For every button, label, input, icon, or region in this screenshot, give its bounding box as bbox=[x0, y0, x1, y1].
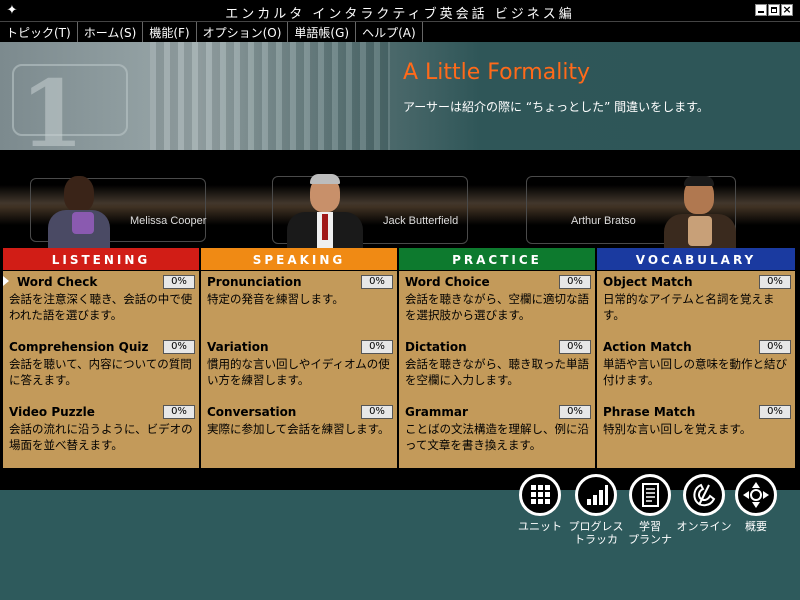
menu-help[interactable]: ヘルプ(A) bbox=[356, 22, 423, 42]
section-speaking: SPEAKING Pronunciation 0% 特定の発音を練習します。 V… bbox=[200, 248, 398, 468]
close-button[interactable]: × bbox=[781, 3, 793, 16]
section-heading: SPEAKING bbox=[201, 248, 397, 271]
activity-conversation[interactable]: Conversation 0% 実際に参加して会話を練習します。 bbox=[201, 401, 397, 466]
minimize-button[interactable] bbox=[755, 4, 767, 16]
activity-pronunciation[interactable]: Pronunciation 0% 特定の発音を練習します。 bbox=[201, 271, 397, 336]
nav-label: オンライン bbox=[676, 520, 732, 533]
bar-chart-icon bbox=[575, 474, 617, 516]
progress-badge: 0% bbox=[163, 405, 195, 419]
compass-icon bbox=[735, 474, 777, 516]
character-name: Jack Butterfield bbox=[383, 215, 459, 227]
header-background-image bbox=[150, 42, 390, 150]
activity-description: ことばの文法構造を理解し、例に沿って文章を書き換えます。 bbox=[405, 422, 589, 452]
activity-word-choice[interactable]: Word Choice 0% 会話を聴きながら、空欄に適切な語を選択肢から選びま… bbox=[399, 271, 595, 336]
activity-object-match[interactable]: Object Match 0% 日常的なアイテムと名詞を覚えます。 bbox=[597, 271, 795, 336]
progress-badge: 0% bbox=[361, 275, 393, 289]
activity-description: 日常的なアイテムと名詞を覚えます。 bbox=[603, 292, 775, 322]
menu-function[interactable]: 機能(F) bbox=[143, 22, 197, 42]
character-name: Arthur Bratso bbox=[571, 215, 636, 227]
lesson-description: アーサーは紹介の際に “ちょっとした” 間違いをします。 bbox=[403, 100, 709, 114]
grid-icon bbox=[519, 474, 561, 516]
section-vocabulary: VOCABULARY Object Match 0% 日常的なアイテムと名詞を覚… bbox=[596, 248, 796, 468]
section-listening: LISTENING Word Check 0% 会話を注意深く聴き、会話の中で使… bbox=[2, 248, 200, 468]
menu-bar: トピック(T) ホーム(S) 機能(F) オプション(O) 単語帳(G) ヘルプ… bbox=[0, 22, 800, 42]
lesson-header: 1 A Little Formality アーサーは紹介の際に “ちょっとした”… bbox=[0, 42, 800, 168]
progress-badge: 0% bbox=[163, 275, 195, 289]
progress-badge: 0% bbox=[361, 405, 393, 419]
activity-description: 会話を聴いて、内容についての質問に答えます。 bbox=[9, 357, 192, 387]
nav-label: ユニット bbox=[518, 520, 562, 533]
phone-icon bbox=[683, 474, 725, 516]
section-heading: PRACTICE bbox=[399, 248, 595, 271]
maximize-icon bbox=[771, 7, 777, 13]
character-strip: Melissa Cooper Jack Butterfield Arthur B… bbox=[0, 150, 800, 248]
progress-badge: 0% bbox=[163, 340, 195, 354]
activity-comprehension-quiz[interactable]: Comprehension Quiz 0% 会話を聴いて、内容についての質問に答… bbox=[3, 336, 199, 401]
activity-action-match[interactable]: Action Match 0% 単語や言い回しの意味を動作と結び付けます。 bbox=[597, 336, 795, 401]
progress-badge: 0% bbox=[559, 405, 591, 419]
activity-word-check[interactable]: Word Check 0% 会話を注意深く聴き、会話の中で使われた語を選びます。 bbox=[3, 271, 199, 336]
menu-wordbook[interactable]: 単語帳(G) bbox=[288, 22, 357, 42]
character-arthur-portrait[interactable] bbox=[660, 172, 740, 248]
nav-label-line2: プランナ bbox=[628, 533, 672, 546]
character-melissa-portrait[interactable] bbox=[40, 172, 120, 248]
window-title: エンカルタ インタラクティブ英会話 ビジネス編 bbox=[225, 7, 575, 22]
menu-options[interactable]: オプション(O) bbox=[197, 22, 289, 42]
nav-label: 学習 bbox=[639, 520, 661, 533]
activity-description: 特定の発音を練習します。 bbox=[207, 292, 344, 306]
activity-description: 会話を聴きながら、空欄に適切な語を選択肢から選びます。 bbox=[405, 292, 589, 322]
nav-label: 概要 bbox=[745, 520, 767, 533]
progress-badge: 0% bbox=[559, 275, 591, 289]
activity-phrase-match[interactable]: Phrase Match 0% 特別な言い回しを覚えます。 bbox=[597, 401, 795, 466]
section-heading: VOCABULARY bbox=[597, 248, 795, 271]
character-jack-portrait[interactable] bbox=[285, 172, 365, 248]
close-icon: × bbox=[782, 3, 792, 16]
section-practice: PRACTICE Word Choice 0% 会話を聴きながら、空欄に適切な語… bbox=[398, 248, 596, 468]
activity-grammar[interactable]: Grammar 0% ことばの文法構造を理解し、例に沿って文章を書き換えます。 bbox=[399, 401, 595, 466]
nav-label-line2: トラッカ bbox=[574, 533, 618, 546]
activity-description: 実際に参加して会話を練習します。 bbox=[207, 422, 390, 436]
maximize-button[interactable] bbox=[768, 4, 780, 16]
activity-description: 会話の流れに沿うように、ビデオの場面を並べ替えます。 bbox=[9, 422, 193, 452]
activity-description: 会話を注意深く聴き、会話の中で使われた語を選びます。 bbox=[9, 292, 193, 322]
minimize-icon bbox=[758, 11, 764, 13]
activity-description: 慣用的な言い回しやイディオムの使い方を練習します。 bbox=[207, 357, 390, 387]
online-button[interactable]: オンライン bbox=[674, 474, 734, 533]
progress-badge: 0% bbox=[759, 340, 791, 354]
activity-dictation[interactable]: Dictation 0% 会話を聴きながら、聴き取った単語を空欄に入力します。 bbox=[399, 336, 595, 401]
menu-topic[interactable]: トピック(T) bbox=[0, 22, 78, 42]
menu-home[interactable]: ホーム(S) bbox=[78, 22, 144, 42]
activity-variation[interactable]: Variation 0% 慣用的な言い回しやイディオムの使い方を練習します。 bbox=[201, 336, 397, 401]
nav-label: プログレス bbox=[568, 520, 624, 533]
title-bar: ✦ エンカルタ インタラクティブ英会話 ビジネス編 × bbox=[0, 0, 800, 22]
activity-description: 特別な言い回しを覚えます。 bbox=[603, 422, 752, 436]
progress-tracker-button[interactable]: プログレス トラッカ bbox=[566, 474, 626, 546]
activity-panels: LISTENING Word Check 0% 会話を注意深く聴き、会話の中で使… bbox=[0, 248, 800, 468]
activity-description: 単語や言い回しの意味を動作と結び付けます。 bbox=[603, 357, 787, 387]
progress-badge: 0% bbox=[759, 275, 791, 289]
progress-badge: 0% bbox=[759, 405, 791, 419]
progress-badge: 0% bbox=[559, 340, 591, 354]
section-heading: LISTENING bbox=[3, 248, 199, 271]
selected-arrow-icon bbox=[3, 276, 9, 286]
activity-description: 会話を聴きながら、聴き取った単語を空欄に入力します。 bbox=[405, 357, 589, 387]
lesson-title: A Little Formality bbox=[403, 60, 591, 85]
overview-button[interactable]: 概要 bbox=[730, 474, 782, 533]
progress-badge: 0% bbox=[361, 340, 393, 354]
study-planner-button[interactable]: 学習 プランナ bbox=[624, 474, 676, 546]
notebook-icon bbox=[629, 474, 671, 516]
character-name: Melissa Cooper bbox=[130, 215, 207, 227]
activity-video-puzzle[interactable]: Video Puzzle 0% 会話の流れに沿うように、ビデオの場面を並べ替えま… bbox=[3, 401, 199, 466]
unit-button[interactable]: ユニット bbox=[514, 474, 566, 533]
